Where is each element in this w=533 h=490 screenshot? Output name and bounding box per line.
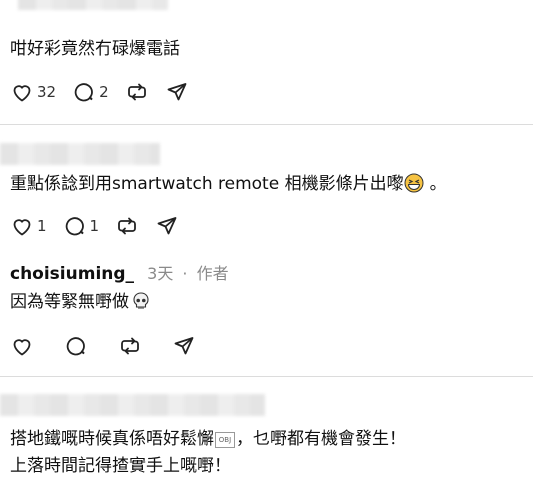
- post-text-main: 重點係諗到用smartwatch remote 相機影條片出嚟: [10, 174, 404, 194]
- like-button[interactable]: [10, 334, 34, 358]
- comment-button[interactable]: 1: [63, 214, 100, 238]
- post-text-part: ，乜嘢都有機會發生！: [236, 429, 406, 449]
- comment-icon: [65, 217, 84, 236]
- share-icon: [167, 83, 187, 101]
- reply-count: 1: [89, 217, 100, 235]
- post-text-part: 搭地鐵嘅時候真係唔好鬆懈: [10, 429, 214, 449]
- unknown-glyph: OBJ: [215, 432, 235, 448]
- post-text: 咁好彩竟然冇碌爆電話: [10, 39, 180, 59]
- post-text: 因為等緊無嘢做: [10, 291, 151, 313]
- grinning-squinting-face-icon: [404, 173, 424, 193]
- author-badge: 作者: [196, 264, 229, 283]
- post-text-suffix: 。: [429, 174, 447, 194]
- post-header: choisiuming_ 3天 · 作者: [10, 260, 229, 284]
- post-text-line2: 上落時間記得揸實手上嘅嘢！: [10, 456, 231, 476]
- comment-button[interactable]: 2: [72, 80, 109, 104]
- divider: [0, 124, 533, 125]
- repost-icon: [127, 83, 146, 101]
- like-count: 32: [37, 83, 57, 101]
- like-button[interactable]: 1: [10, 214, 47, 238]
- blurred-header-post2: [0, 143, 160, 165]
- meta-separator: ·: [182, 264, 188, 283]
- post-actions: 1 1: [10, 212, 195, 240]
- author-handle[interactable]: choisiuming_: [10, 264, 134, 284]
- post-actions: 32 2: [10, 78, 205, 106]
- heart-icon: [13, 339, 31, 356]
- repost-icon: [118, 217, 136, 235]
- post-actions: [10, 332, 212, 360]
- post-text-line1: 搭地鐵嘅時候真係唔好鬆懈 OBJ ，乜嘢都有機會發生！: [10, 428, 406, 450]
- divider: [0, 376, 533, 377]
- blurred-header-post1: [18, 0, 168, 10]
- share-icon: [174, 337, 194, 355]
- heart-icon: [13, 219, 31, 236]
- comment-icon: [74, 83, 93, 102]
- share-button[interactable]: [155, 214, 179, 238]
- repost-icon: [121, 337, 139, 355]
- repost-button[interactable]: [118, 334, 142, 358]
- blurred-header-post4: [0, 394, 265, 416]
- comment-icon: [66, 337, 85, 356]
- comment-button[interactable]: [64, 334, 88, 358]
- post-text: 重點係諗到用smartwatch remote 相機影條片出嚟 。: [10, 173, 447, 195]
- post-text-main: 因為等緊無嘢做: [10, 292, 129, 312]
- like-count: 1: [37, 217, 47, 235]
- reply-count: 2: [99, 83, 109, 101]
- post-time: 3天: [147, 264, 174, 283]
- repost-button[interactable]: [115, 214, 139, 238]
- share-button[interactable]: [172, 334, 196, 358]
- share-icon: [157, 217, 177, 235]
- skull-icon: [133, 292, 149, 309]
- repost-button[interactable]: [125, 80, 149, 104]
- share-button[interactable]: [165, 80, 189, 104]
- heart-icon: [13, 85, 31, 102]
- like-button[interactable]: 32: [10, 80, 56, 104]
